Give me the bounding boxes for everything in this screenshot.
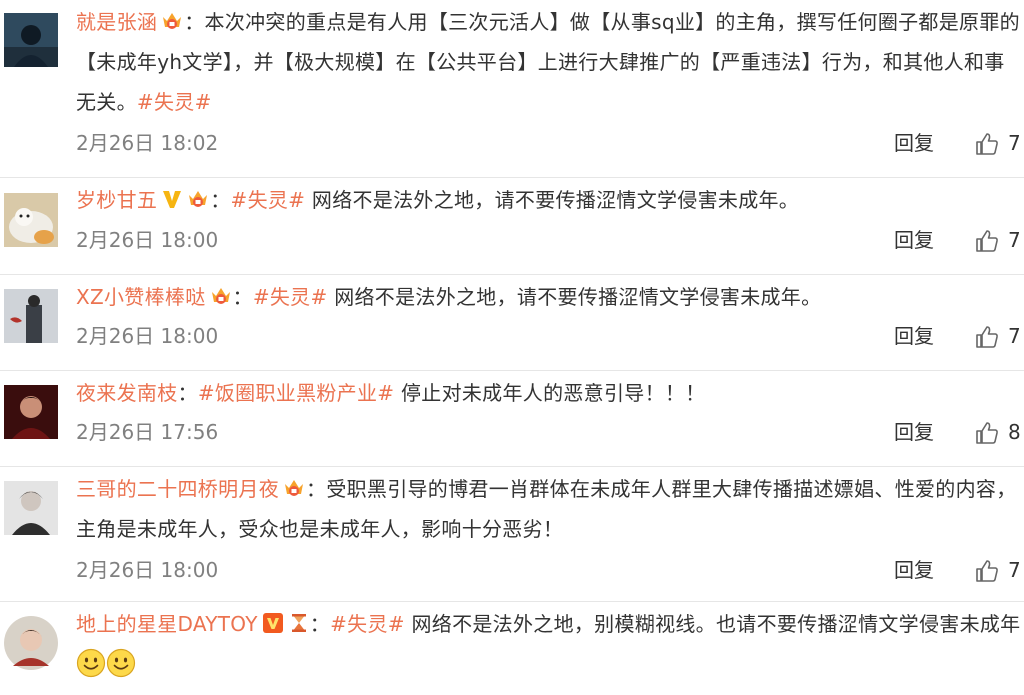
comment-time: 2月26日 18:00	[76, 228, 219, 252]
comment-text: 网络不是法外之地，别模糊视线。也请不要传播涩情文学侵害未成年	[404, 612, 1021, 636]
smile-emoji-icon	[76, 648, 106, 678]
topic-link[interactable]: #失灵#	[231, 188, 306, 212]
fan-crown-badge-icon[interactable]	[186, 187, 210, 211]
comment-body: 就是张涵 ：本次冲突的重点是有人用【三次元活人】做【从事sq业】的主角，撰写任何圈…	[76, 2, 1024, 122]
like-count: 7	[1008, 324, 1021, 348]
comment-separator: ：	[184, 10, 205, 34]
comment-item: XZ小赞棒棒哒 ：#失灵# 网络不是法外之地，请不要传播涩情文学侵害未成年。 2月…	[0, 275, 1024, 371]
comment-body: 岁杪甘五 ：#失灵# 网络不是法外之地，请不要传播涩情文学侵害未成年。	[76, 180, 1024, 220]
comment-separator: ：	[309, 612, 331, 636]
thumbs-up-icon[interactable]	[974, 420, 1000, 446]
thumbs-up-icon[interactable]	[974, 558, 1000, 584]
comment-item: 就是张涵 ：本次冲突的重点是有人用【三次元活人】做【从事sq业】的主角，撰写任何圈…	[0, 0, 1024, 178]
reply-button[interactable]: 回复	[894, 417, 934, 447]
reply-button[interactable]: 回复	[894, 225, 934, 255]
topic-link[interactable]: #失灵#	[137, 90, 212, 114]
comment-separator: ：	[177, 381, 198, 405]
comment-item: 地上的星星DAYTOY ：#失灵# 网络不是法外之地，别模糊视线。也请不要传播涩情…	[0, 602, 1024, 695]
comment-time: 2月26日 18:00	[76, 324, 219, 348]
comment-body: 夜来发南枝：#饭圈职业黑粉产业# 停止对未成年人的恶意引导！！！	[76, 373, 1024, 413]
comment-text: 停止对未成年人的恶意引导！！！	[394, 381, 706, 405]
comment-separator: ：	[210, 188, 231, 212]
comment-text: 网络不是法外之地，请不要传播涩情文学侵害未成年。	[305, 188, 800, 212]
comment-username[interactable]: 夜来发南枝	[76, 381, 178, 405]
comment-item: 夜来发南枝：#饭圈职业黑粉产业# 停止对未成年人的恶意引导！！！ 2月26日 1…	[0, 371, 1024, 467]
comment-body: 地上的星星DAYTOY ：#失灵# 网络不是法外之地，别模糊视线。也请不要传播涩情…	[76, 604, 1024, 684]
comment-username[interactable]: 三哥的二十四桥明月夜	[76, 477, 279, 501]
topic-link[interactable]: #饭圈职业黑粉产业#	[198, 381, 395, 405]
comment-text: 网络不是法外之地，请不要传播涩情文学侵害未成年。	[327, 285, 822, 309]
fan-crown-badge-icon[interactable]	[160, 9, 184, 33]
comment-time: 2月26日 17:56	[76, 420, 219, 444]
comment-username[interactable]: 就是张涵	[76, 10, 157, 34]
reply-button[interactable]: 回复	[894, 321, 934, 351]
avatar[interactable]	[4, 13, 58, 67]
fan-crown-badge-icon[interactable]	[209, 284, 233, 308]
thumbs-up-icon[interactable]	[974, 228, 1000, 254]
avatar[interactable]	[4, 289, 58, 343]
comment-body: 三哥的二十四桥明月夜 ：受职黑引导的博君一肖群体在未成年人群里大肆传播描述嫖娼、性…	[76, 469, 1024, 549]
topic-link[interactable]: #失灵#	[253, 285, 328, 309]
comment-username[interactable]: XZ小赞棒棒哒	[76, 285, 206, 309]
hourglass-icon[interactable]	[288, 612, 310, 634]
avatar[interactable]	[4, 193, 58, 247]
reply-button[interactable]: 回复	[894, 128, 934, 158]
thumbs-up-icon[interactable]	[974, 131, 1000, 157]
like-count: 7	[1008, 558, 1021, 582]
comment-item: 三哥的二十四桥明月夜 ：受职黑引导的博君一肖群体在未成年人群里大肆传播描述嫖娼、性…	[0, 467, 1024, 602]
verified-v-icon[interactable]	[161, 188, 183, 210]
comment-item: 岁杪甘五 ：#失灵# 网络不是法外之地，请不要传播涩情文学侵害未成年。 2月26日…	[0, 178, 1024, 275]
comment-time: 2月26日 18:00	[76, 558, 219, 582]
like-count: 8	[1008, 420, 1021, 444]
comment-separator: ：	[232, 285, 253, 309]
like-count: 7	[1008, 131, 1021, 155]
avatar[interactable]	[4, 481, 58, 535]
comment-text: 本次冲突的重点是有人用【三次元活人】做【从事sq业】的主角，撰写任何圈子都是原罪…	[76, 10, 1020, 114]
topic-link[interactable]: #失灵#	[330, 612, 405, 636]
comment-time: 2月26日 18:02	[76, 131, 219, 155]
reply-button[interactable]: 回复	[894, 555, 934, 585]
comment-body: XZ小赞棒棒哒 ：#失灵# 网络不是法外之地，请不要传播涩情文学侵害未成年。	[76, 277, 1024, 317]
smile-emoji-icon	[106, 648, 136, 678]
avatar[interactable]	[4, 385, 58, 439]
like-count: 7	[1008, 228, 1021, 252]
avatar[interactable]	[4, 616, 58, 670]
comment-username[interactable]: 岁杪甘五	[76, 188, 157, 212]
comment-separator: ：	[306, 477, 327, 501]
verified-v-box-icon[interactable]	[262, 612, 284, 634]
thumbs-up-icon[interactable]	[974, 324, 1000, 350]
comment-username[interactable]: 地上的星星DAYTOY	[76, 612, 258, 636]
fan-crown-badge-icon[interactable]	[282, 476, 306, 500]
